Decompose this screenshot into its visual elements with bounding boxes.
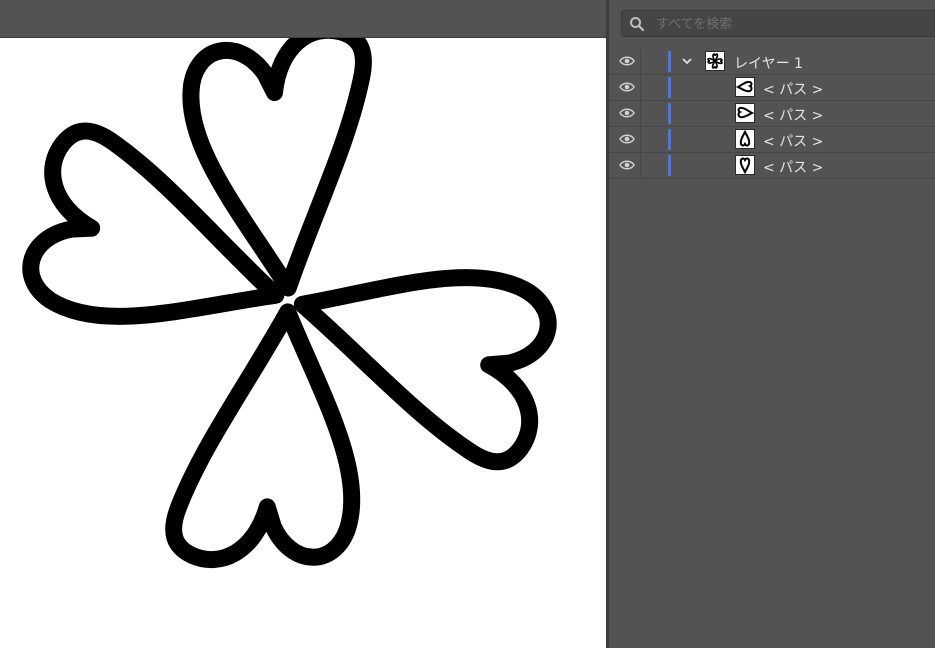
layer-row-path-2[interactable]: < パス > [609,101,935,127]
chevron-down-icon[interactable] [681,56,693,66]
layer-name[interactable]: < パス > [763,79,823,99]
layer-row-path-4[interactable]: < パス > [609,153,935,179]
eye-icon[interactable] [619,159,635,171]
lock-column[interactable] [640,75,641,100]
layer-row-path-3[interactable]: < パス > [609,127,935,153]
eye-icon[interactable] [619,55,635,67]
layer-name[interactable]: レイヤー 1 [734,53,803,73]
canvas-top-bar [0,0,606,38]
artboard[interactable] [0,38,606,648]
eye-icon[interactable] [619,133,635,145]
layer-row-layer-1[interactable]: レイヤー 1 [609,49,935,75]
heart-up-thumbnail [735,155,755,175]
search-icon [630,17,645,32]
layer-color-bar [668,51,671,72]
search-input[interactable] [656,14,926,34]
layer-name[interactable]: < パス > [763,157,823,177]
layer-color-bar [668,77,671,98]
layer-row-path-1[interactable]: < パス > [609,75,935,101]
layers-panel: レイヤー 1 < パス > < パス > [609,0,935,648]
heart-right-thumbnail [735,77,755,97]
layer-name[interactable]: < パス > [763,131,823,151]
lock-column[interactable] [640,127,641,152]
heart-down-thumbnail [735,129,755,149]
search-box[interactable] [621,10,935,37]
eye-icon[interactable] [619,107,635,119]
clover-thumbnail [705,51,725,71]
eye-icon[interactable] [619,81,635,93]
lock-column[interactable] [640,101,641,126]
layer-color-bar [668,103,671,124]
lock-column[interactable] [640,49,641,74]
lock-column[interactable] [640,153,641,178]
four-leaf-clover-artwork[interactable] [0,38,606,648]
layer-name[interactable]: < パス > [763,105,823,125]
heart-left-thumbnail [735,103,755,123]
layer-color-bar [668,129,671,150]
layer-color-bar [668,155,671,176]
